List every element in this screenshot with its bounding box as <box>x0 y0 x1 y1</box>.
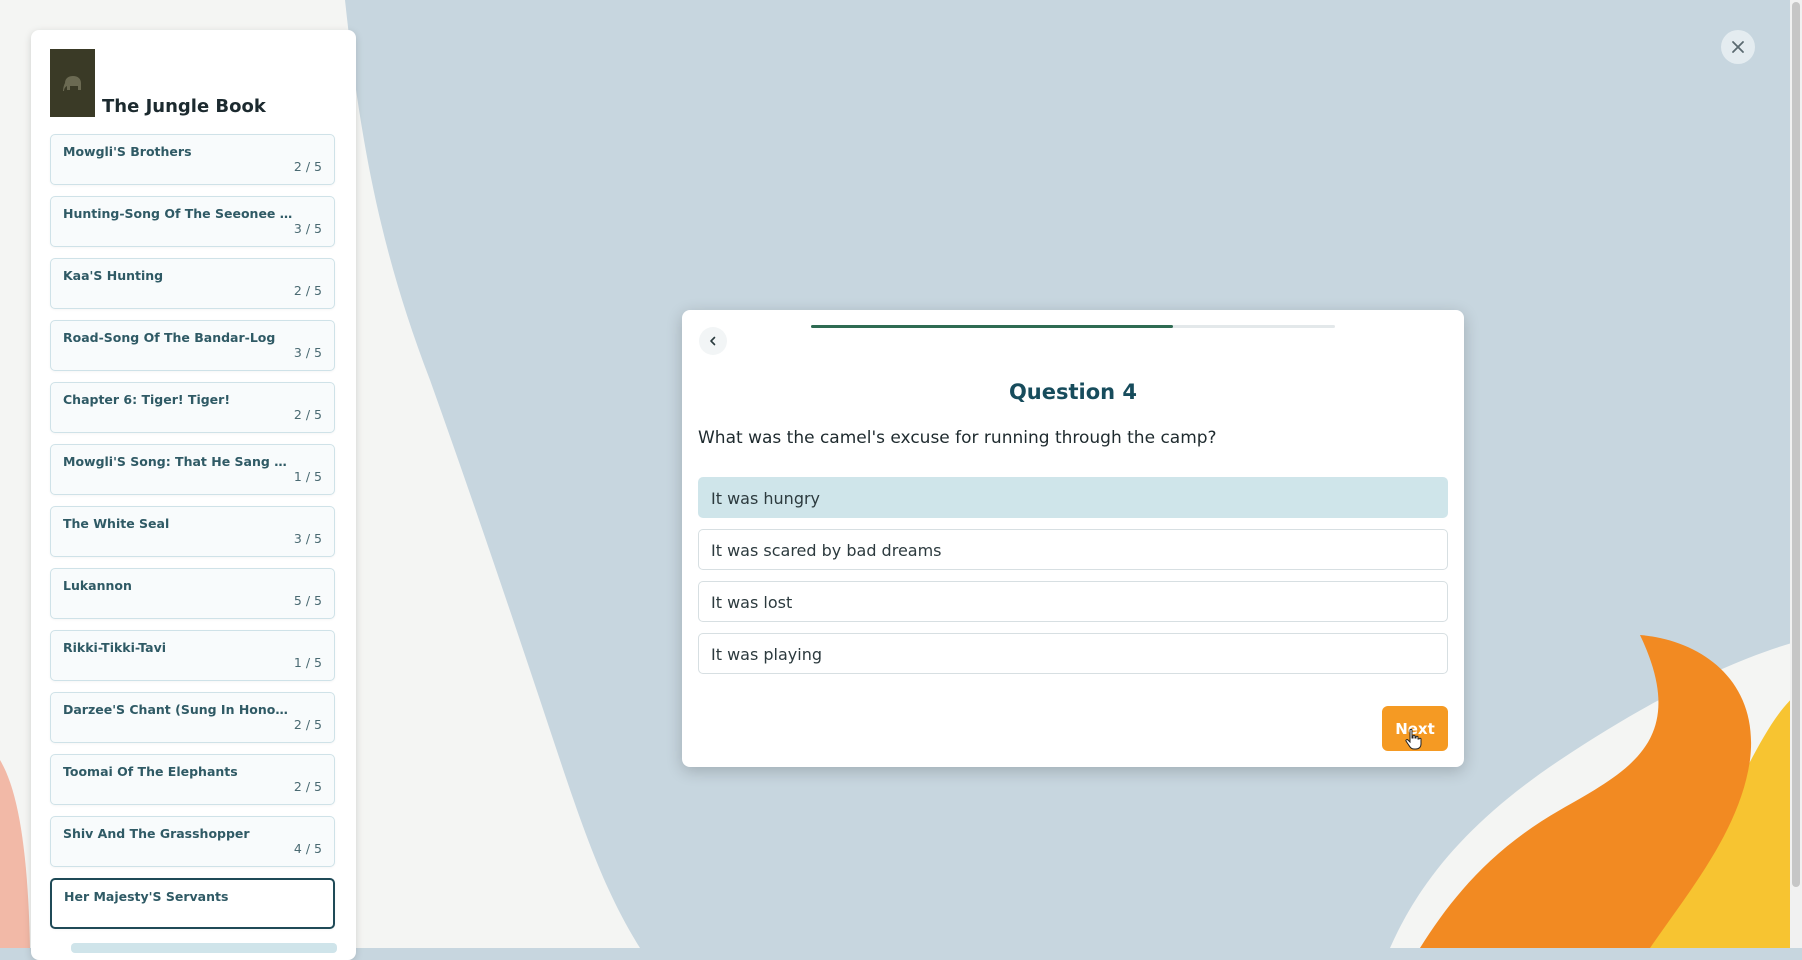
quiz-progress-fill <box>811 325 1173 328</box>
quiz-card: Question 4 What was the camel's excuse f… <box>682 310 1464 767</box>
chapter-item[interactable]: Toomai Of The Elephants 2 / 5 <box>50 754 335 805</box>
elephant-icon <box>62 76 81 91</box>
chapter-sidebar: The Jungle Book Mowgli'S Brothers 2 / 5 … <box>31 30 356 960</box>
question-text: What was the camel's excuse for running … <box>698 428 1217 448</box>
chapter-score: 3 / 5 <box>293 221 322 236</box>
page-scrollbar[interactable] <box>1790 0 1802 948</box>
chapter-score: 1 / 5 <box>293 655 322 670</box>
answer-option[interactable]: It was playing <box>698 633 1448 674</box>
chapter-name: Her Majesty'S Servants <box>64 889 229 904</box>
chapter-score: 2 / 5 <box>293 407 322 422</box>
chapter-item[interactable]: Kaa'S Hunting 2 / 5 <box>50 258 335 309</box>
chapter-score: 2 / 5 <box>293 717 322 732</box>
chapter-name: Kaa'S Hunting <box>63 268 164 283</box>
chapter-score: 3 / 5 <box>293 345 322 360</box>
question-title: Question 4 <box>1008 380 1138 404</box>
chapter-score: 2 / 5 <box>293 159 322 174</box>
chapter-name: Road-Song Of The Bandar-Log <box>63 330 276 345</box>
chapter-item[interactable]: Chapter 6: Tiger! Tiger! 2 / 5 <box>50 382 335 433</box>
sidebar-next-item-edge <box>71 943 337 953</box>
answer-option[interactable]: It was lost <box>698 581 1448 622</box>
chapter-score: 2 / 5 <box>293 779 322 794</box>
chapter-item-active[interactable]: Her Majesty'S Servants <box>50 878 335 929</box>
chapter-score: 2 / 5 <box>293 283 322 298</box>
chapter-score: 4 / 5 <box>293 841 322 856</box>
close-icon <box>1732 41 1744 53</box>
chapter-name: Hunting-Song Of The Seeonee Pa... <box>63 206 293 221</box>
chapter-name: Shiv And The Grasshopper <box>63 826 250 841</box>
chapter-item[interactable]: Shiv And The Grasshopper 4 / 5 <box>50 816 335 867</box>
chapter-name: Darzee'S Chant (Sung In Honor Of ... <box>63 702 293 717</box>
answer-option[interactable]: It was scared by bad dreams <box>698 529 1448 570</box>
chevron-left-icon <box>710 336 716 346</box>
chapter-score: 3 / 5 <box>293 531 322 546</box>
quiz-progress-bar <box>811 325 1335 328</box>
back-button[interactable] <box>699 327 727 355</box>
answer-label: It was scared by bad dreams <box>711 541 942 560</box>
close-button[interactable] <box>1721 30 1755 64</box>
chapter-name: The White Seal <box>63 516 170 531</box>
chapter-name: Mowgli'S Brothers <box>63 144 192 159</box>
book-title: The Jungle Book <box>102 96 266 117</box>
chapter-score: 5 / 5 <box>293 593 322 608</box>
answer-label: It was lost <box>711 593 793 612</box>
chapter-item[interactable]: The White Seal 3 / 5 <box>50 506 335 557</box>
hand-cursor-icon <box>1405 728 1422 750</box>
chapter-item[interactable]: Hunting-Song Of The Seeonee Pa... 3 / 5 <box>50 196 335 247</box>
chapter-name: Rikki-Tikki-Tavi <box>63 640 167 655</box>
chapter-name: Toomai Of The Elephants <box>63 764 238 779</box>
book-cover <box>50 49 95 117</box>
scrollbar-thumb[interactable] <box>1792 2 1800 887</box>
chapter-name: Lukannon <box>63 578 132 593</box>
chapter-item[interactable]: Lukannon 5 / 5 <box>50 568 335 619</box>
answer-label: It was hungry <box>711 489 821 508</box>
chapter-item[interactable]: Road-Song Of The Bandar-Log 3 / 5 <box>50 320 335 371</box>
chapter-score: 1 / 5 <box>293 469 322 484</box>
chapter-item[interactable]: Mowgli'S Brothers 2 / 5 <box>50 134 335 185</box>
answer-option-selected[interactable]: It was hungry <box>698 477 1448 518</box>
chapter-name: Mowgli'S Song: That He Sang At Th... <box>63 454 293 469</box>
chapter-name: Chapter 6: Tiger! Tiger! <box>63 392 231 407</box>
book-header: The Jungle Book <box>31 30 356 132</box>
chapter-item[interactable]: Rikki-Tikki-Tavi 1 / 5 <box>50 630 335 681</box>
chapter-item[interactable]: Mowgli'S Song: That He Sang At Th... 1 /… <box>50 444 335 495</box>
answer-label: It was playing <box>711 645 823 664</box>
chapter-item[interactable]: Darzee'S Chant (Sung In Honor Of ... 2 /… <box>50 692 335 743</box>
